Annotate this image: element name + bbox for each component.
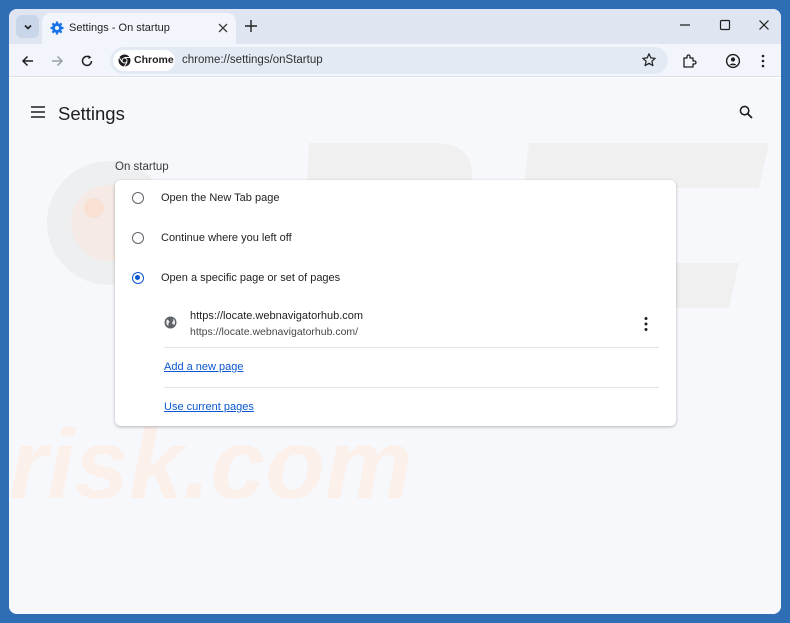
- startup-page-entry: https://locate.webnavigatorhub.com https…: [164, 304, 659, 348]
- search-icon[interactable]: [739, 105, 753, 119]
- option-specific-pages[interactable]: Open a specific page or set of pages: [115, 264, 676, 294]
- option-continue[interactable]: Continue where you left off: [115, 224, 676, 254]
- startup-page-title: https://locate.webnavigatorhub.com: [190, 310, 364, 322]
- back-arrow-icon[interactable]: [20, 53, 36, 69]
- option-label: Open the New Tab page: [161, 192, 280, 204]
- option-label: Open a specific page or set of pages: [161, 272, 341, 284]
- address-bar[interactable]: Chrome chrome://settings/onStartup: [110, 47, 668, 74]
- maximize-icon[interactable]: [718, 18, 732, 32]
- bookmark-star-icon[interactable]: [641, 52, 657, 68]
- tab-strip: Settings - On startup: [9, 9, 781, 44]
- divider: [164, 387, 659, 388]
- option-new-tab[interactable]: Open the New Tab page: [115, 184, 676, 214]
- tab-title: Settings - On startup: [69, 22, 170, 34]
- close-icon[interactable]: [217, 22, 229, 34]
- chrome-logo-icon: [118, 54, 131, 67]
- forward-arrow-icon[interactable]: [49, 53, 65, 69]
- hamburger-menu-icon[interactable]: [31, 106, 45, 118]
- chrome-menu-icon[interactable]: [755, 53, 771, 69]
- radio-button[interactable]: [132, 192, 144, 204]
- extensions-puzzle-icon[interactable]: [681, 53, 697, 69]
- profile-avatar-icon[interactable]: [725, 53, 741, 69]
- divider: [164, 347, 659, 348]
- page-title: Settings: [58, 103, 125, 124]
- chevron-down-icon: [23, 24, 32, 30]
- settings-page: risk.com Settings On startup Open the Ne…: [9, 78, 781, 614]
- option-label: Continue where you left off: [161, 232, 292, 244]
- window-close-icon[interactable]: [757, 18, 771, 32]
- globe-icon: [164, 316, 177, 329]
- more-actions-icon[interactable]: [643, 316, 649, 332]
- site-info-chip[interactable]: Chrome: [113, 50, 175, 71]
- tab-search-button[interactable]: [16, 15, 39, 38]
- tab-settings[interactable]: Settings - On startup: [42, 13, 236, 44]
- use-current-pages-link[interactable]: Use current pages: [164, 401, 254, 413]
- minimize-icon[interactable]: [678, 18, 692, 32]
- browser-window: Settings - On startup Chrome chrome://se…: [9, 9, 781, 614]
- startup-page-url: https://locate.webnavigatorhub.com/: [190, 326, 359, 338]
- toolbar: Chrome chrome://settings/onStartup: [9, 44, 781, 77]
- radio-button-selected[interactable]: [132, 272, 144, 284]
- gear-icon: [50, 21, 64, 35]
- url-text[interactable]: chrome://settings/onStartup: [182, 54, 323, 66]
- add-new-page-link[interactable]: Add a new page: [164, 361, 244, 373]
- site-chip-label: Chrome: [134, 54, 174, 66]
- startup-options-card: Open the New Tab page Continue where you…: [115, 180, 676, 426]
- reload-icon[interactable]: [79, 53, 95, 69]
- radio-button[interactable]: [132, 232, 144, 244]
- new-tab-plus-icon[interactable]: [242, 17, 260, 35]
- section-title: On startup: [115, 161, 169, 173]
